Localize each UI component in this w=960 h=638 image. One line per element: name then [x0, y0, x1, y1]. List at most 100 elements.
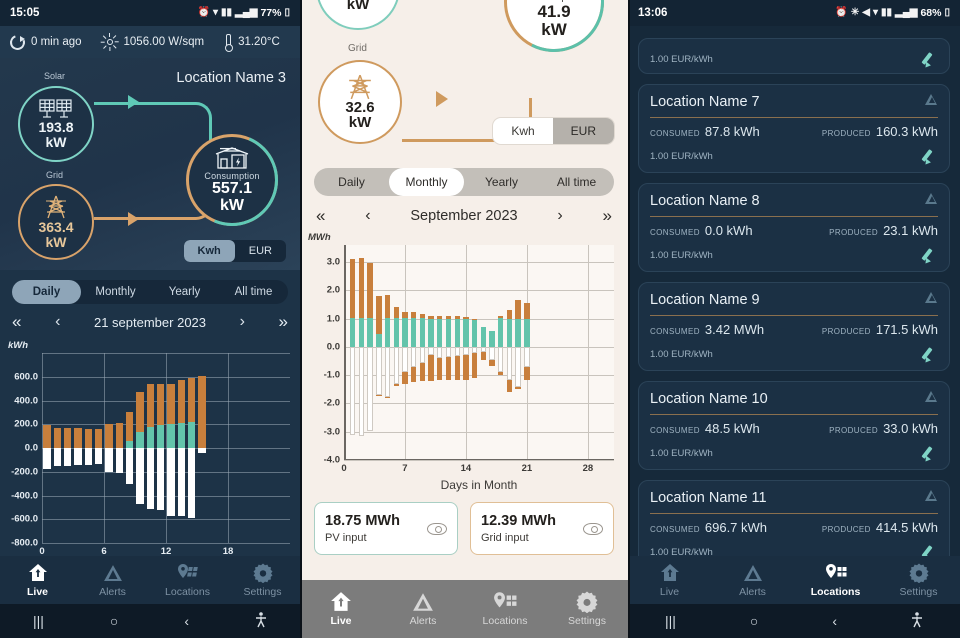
unit-option-kwh-light[interactable]: Kwh — [493, 118, 552, 144]
tab-daily-light[interactable]: Daily — [314, 168, 389, 196]
back-button[interactable]: ‹ — [184, 613, 189, 629]
pencil-icon[interactable] — [922, 445, 938, 461]
bar-segment-consumed — [115, 448, 123, 473]
bar-segment-consumed — [43, 448, 51, 470]
kpi-pv-label: PV input — [325, 532, 367, 544]
kpi-grid-input[interactable]: 12.39 MWh Grid input — [470, 502, 614, 555]
nav-item-locations[interactable]: Locations — [794, 563, 877, 598]
nav-item-locations[interactable]: Locations — [464, 592, 546, 627]
consumption-node[interactable]: Consumption 557.1 kW — [186, 134, 278, 226]
eye-icon[interactable] — [583, 522, 603, 535]
nav-item-settings[interactable]: Settings — [877, 563, 960, 598]
gridline — [344, 290, 614, 292]
solar-node-light[interactable]: kW — [316, 0, 400, 30]
bar-segment-self-consumed — [489, 331, 495, 347]
unit-option-kwh[interactable]: Kwh — [183, 240, 235, 262]
y-axis-tick: -1.0 — [323, 369, 340, 381]
solar-node[interactable]: 193.8 kW — [18, 86, 94, 162]
location-name: Location Name 10 — [650, 391, 768, 407]
gridline — [344, 460, 614, 461]
tab-alltime-light[interactable]: All time — [539, 168, 614, 196]
grid-node-light[interactable]: 32.6 kW — [318, 60, 402, 144]
bar-segment-produced — [188, 378, 196, 423]
nav-item-live[interactable]: Live — [628, 563, 711, 598]
tariff-label: 1.00 EUR/kWh — [650, 348, 713, 360]
system-nav-panel3[interactable]: ||| ○ ‹ — [628, 604, 960, 638]
daily-chart-ylabel: kWh — [8, 340, 29, 351]
pencil-icon[interactable] — [922, 148, 938, 164]
bar-segment-self-consumed — [480, 327, 487, 347]
nav-item-settings[interactable]: Settings — [225, 563, 300, 598]
y-axis-tick: 2.0 — [326, 284, 340, 296]
system-nav-panel1[interactable]: ||| ○ ‹ — [0, 604, 300, 638]
prev-button[interactable]: ‹ — [55, 313, 60, 331]
bar-segment-consumed — [95, 448, 103, 465]
back-button[interactable]: ‹ — [832, 613, 837, 629]
pencil-icon[interactable] — [922, 346, 938, 362]
consumption-node-light[interactable]: Consumption 41.9 kW — [504, 0, 604, 52]
home-button[interactable]: ○ — [750, 613, 758, 629]
jump-first-button[interactable]: « — [12, 312, 21, 332]
next-button-light[interactable]: › — [557, 207, 562, 225]
grid-node-label-light: Grid — [348, 43, 367, 54]
consumed-key: CONSUMED — [650, 426, 700, 435]
location-card[interactable]: Location Name 9 CONSUMED 3.42 MWh PRODUC… — [638, 282, 950, 371]
range-tabs-light[interactable]: Daily Monthly Yearly All time — [314, 168, 614, 196]
bar-segment-produced — [43, 425, 51, 448]
nav-item-live[interactable]: Live — [0, 563, 75, 598]
accessibility-button[interactable] — [911, 611, 923, 631]
unit-option-eur-light[interactable]: EUR — [552, 118, 614, 144]
nav-item-alerts[interactable]: Alerts — [382, 592, 464, 627]
bar-segment-produced — [384, 294, 391, 318]
nav-item-locations[interactable]: Locations — [150, 563, 225, 598]
prev-button-light[interactable]: ‹ — [365, 207, 370, 225]
refresh-status[interactable]: 0 min ago — [0, 35, 92, 50]
page-title: Location Name 3 — [176, 70, 286, 86]
date-label: 21 september 2023 — [93, 314, 207, 330]
nav-item-live[interactable]: Live — [300, 592, 382, 627]
tab-monthly[interactable]: Monthly — [81, 280, 150, 304]
location-card-partial[interactable]: 1.00 EUR/kWh — [638, 38, 950, 74]
home-button[interactable]: ○ — [110, 613, 118, 629]
accessibility-button[interactable] — [255, 611, 267, 631]
bottom-nav-panel3[interactable]: Live Alerts Locations Settings — [628, 556, 960, 604]
recents-button[interactable]: ||| — [33, 613, 44, 629]
bottom-nav-panel1[interactable]: Live Alerts Locations Settings — [0, 556, 300, 604]
grid-node[interactable]: 363.4 kW — [18, 184, 94, 260]
kpi-pv-input[interactable]: 18.75 MWh PV input — [314, 502, 458, 555]
eye-icon[interactable] — [427, 522, 447, 535]
unit-option-eur[interactable]: EUR — [235, 240, 286, 262]
jump-last-button[interactable]: » — [279, 312, 288, 332]
jump-last-button-light[interactable]: » — [603, 206, 612, 226]
unit-toggle[interactable]: Kwh EUR — [183, 240, 286, 262]
nav-item-alerts[interactable]: Alerts — [711, 563, 794, 598]
recents-button[interactable]: ||| — [665, 613, 676, 629]
tab-daily[interactable]: Daily — [12, 280, 81, 304]
nav-item-alerts[interactable]: Alerts — [75, 563, 150, 598]
location-card[interactable]: Location Name 7 CONSUMED 87.8 kWh PRODUC… — [638, 84, 950, 173]
gridline — [587, 245, 589, 460]
pencil-icon[interactable] — [922, 247, 938, 263]
monthly-chart-xlabel: Days in Month — [440, 478, 518, 492]
range-tabs[interactable]: Daily Monthly Yearly All time — [12, 280, 288, 304]
bar-segment-grid-drawn — [471, 353, 478, 378]
location-card[interactable]: Location Name 8 CONSUMED 0.0 kWh PRODUCE… — [638, 183, 950, 272]
jump-first-button-light[interactable]: « — [316, 206, 325, 226]
consumed-value: 3.42 MWh — [704, 322, 765, 337]
pencil-icon[interactable] — [922, 51, 938, 67]
gear-icon — [877, 563, 960, 583]
bottom-nav-panel2[interactable]: Live Alerts Locations Settings — [300, 580, 628, 638]
location-card[interactable]: Location Name 10 CONSUMED 48.5 kWh PRODU… — [638, 381, 950, 470]
date-navigator-light[interactable]: « ‹ September 2023 › » — [300, 196, 628, 228]
unit-toggle-light[interactable]: Kwh EUR — [493, 118, 614, 144]
nav-item-settings[interactable]: Settings — [546, 591, 628, 627]
refresh-icon[interactable] — [10, 35, 25, 50]
tab-yearly-light[interactable]: Yearly — [464, 168, 539, 196]
tab-yearly[interactable]: Yearly — [150, 280, 219, 304]
tab-monthly-light[interactable]: Monthly — [389, 168, 464, 196]
tab-alltime[interactable]: All time — [219, 280, 288, 304]
bar-segment-consumed — [376, 346, 382, 395]
produced-key: PRODUCED — [829, 426, 879, 435]
date-navigator[interactable]: « ‹ 21 september 2023 › » — [0, 304, 300, 336]
next-button[interactable]: › — [240, 313, 245, 331]
